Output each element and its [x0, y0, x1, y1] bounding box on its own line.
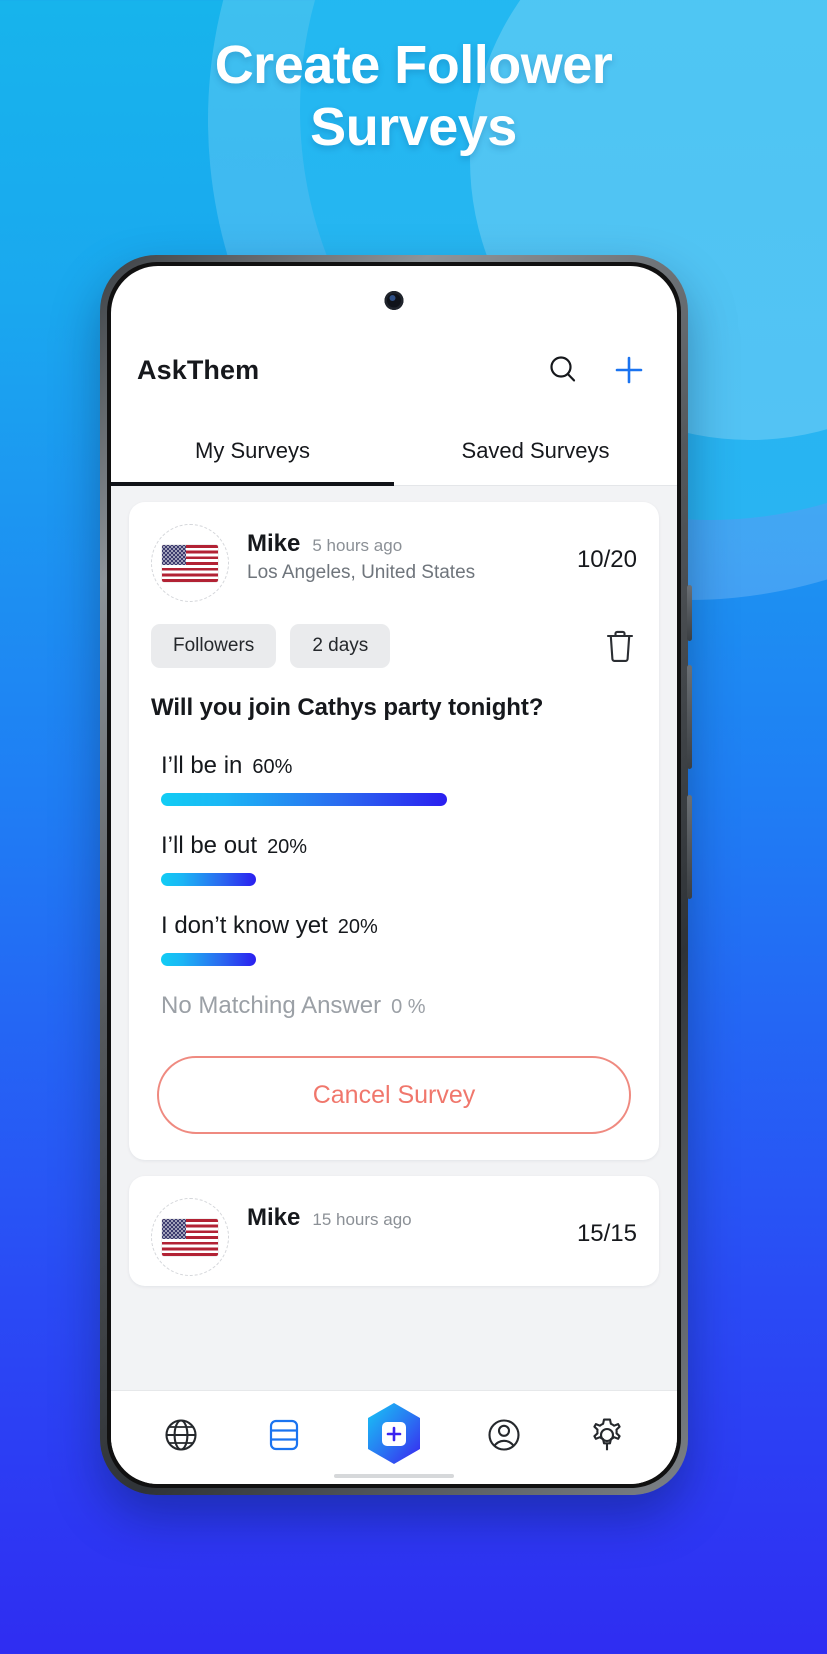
front-camera-icon	[384, 291, 404, 310]
phone-mockup: AskThem My Surveys Saved Surveys Mike 5 …	[100, 255, 692, 1495]
nav-explore-button[interactable]	[149, 1403, 213, 1467]
nav-settings-button[interactable]	[575, 1403, 639, 1467]
survey-option-percent: 20%	[337, 916, 378, 938]
nav-create-survey-button[interactable]	[356, 1397, 432, 1473]
survey-option-bar-track	[161, 793, 637, 806]
page-title: AskThem	[137, 354, 260, 385]
survey-card-header: Mike 5 hours ago Los Angeles, United Sta…	[151, 524, 637, 602]
survey-response-count: 10/20	[576, 546, 637, 573]
survey-option-bar-fill	[161, 953, 257, 966]
survey-option-bar-track	[161, 873, 637, 886]
survey-option-no-match: No Matching Answer 0 %	[151, 992, 637, 1020]
survey-option-percent: 60%	[252, 756, 293, 778]
survey-author-name: Mike	[247, 530, 301, 557]
promo-headline: Create Follower Surveys	[0, 34, 827, 158]
survey-option-label-row: I’ll be in 60%	[151, 752, 637, 780]
cancel-survey-button[interactable]: Cancel Survey	[157, 1056, 631, 1134]
survey-option-bar-fill	[161, 873, 257, 886]
home-indicator	[334, 1474, 454, 1478]
phone-side-button-top	[687, 585, 692, 641]
nav-profile-button[interactable]	[472, 1403, 536, 1467]
settings-gear-icon	[593, 1418, 621, 1450]
bottom-navigation	[111, 1390, 677, 1484]
plus-icon	[615, 356, 643, 384]
survey-feed[interactable]: Mike 5 hours ago Los Angeles, United Sta…	[111, 486, 677, 1390]
survey-option-text: I don’t know yet	[161, 912, 328, 939]
search-button[interactable]	[543, 350, 583, 390]
survey-options: I’ll be in 60% I’ll be out 20% I don’t k…	[151, 752, 637, 1020]
phone-screen: AskThem My Surveys Saved Surveys Mike 5 …	[111, 266, 677, 1484]
nav-surveys-button[interactable]	[252, 1403, 316, 1467]
survey-option-text: No Matching Answer	[161, 992, 382, 1019]
tab-bar: My Surveys Saved Surveys	[111, 416, 677, 486]
survey-option-text: I’ll be out	[161, 832, 258, 859]
app-bar: AskThem	[111, 324, 677, 416]
survey-author-row: Mike 5 hours ago	[247, 530, 567, 558]
phone-side-button-mid	[687, 665, 692, 769]
phone-bezel: AskThem My Surveys Saved Surveys Mike 5 …	[107, 262, 681, 1488]
flag-canton	[162, 544, 186, 565]
survey-option-text: I’ll be in	[161, 752, 243, 779]
app-bar-actions	[543, 350, 649, 390]
survey-option-label-row: I’ll be out 20%	[151, 832, 637, 860]
survey-option-percent: 20%	[267, 836, 308, 858]
survey-author-row: Mike 15 hours ago	[247, 1204, 567, 1232]
survey-author-block: Mike 15 hours ago	[247, 1198, 567, 1232]
globe-icon	[165, 1418, 197, 1451]
avatar	[151, 524, 229, 602]
profile-icon	[488, 1418, 520, 1451]
us-flag-icon	[162, 544, 218, 582]
survey-option-label-row: No Matching Answer 0 %	[151, 992, 637, 1020]
survey-option-percent: 0 %	[391, 996, 426, 1018]
survey-option-label-row: I don’t know yet 20%	[151, 912, 637, 940]
survey-option-bar-fill	[161, 793, 447, 806]
phone-side-button-bottom	[687, 795, 692, 899]
status-bar	[111, 266, 677, 324]
promo-headline-line2: Surveys	[310, 97, 517, 158]
add-survey-icon	[367, 1402, 420, 1464]
survey-option[interactable]: I’ll be in 60%	[151, 752, 637, 806]
survey-timestamp: 15 hours ago	[312, 1210, 412, 1229]
trash-icon	[606, 630, 634, 662]
avatar	[151, 1198, 229, 1276]
tab-my-surveys[interactable]: My Surveys	[111, 416, 394, 486]
survey-tag-audience[interactable]: Followers	[151, 624, 277, 668]
survey-option[interactable]: I’ll be out 20%	[151, 832, 637, 886]
add-survey-button[interactable]	[609, 350, 649, 390]
survey-tag-row: Followers 2 days	[151, 624, 637, 668]
survey-option[interactable]: I don’t know yet 20%	[151, 912, 637, 966]
survey-tag-duration[interactable]: 2 days	[290, 624, 391, 668]
survey-card-header: Mike 15 hours ago 15/15	[151, 1198, 637, 1276]
delete-survey-button[interactable]	[603, 628, 637, 664]
us-flag-icon	[162, 1218, 218, 1256]
survey-response-count: 15/15	[576, 1220, 637, 1247]
survey-location: Los Angeles, United States	[247, 562, 476, 583]
search-icon	[550, 356, 576, 382]
tab-saved-surveys-label: Saved Surveys	[461, 437, 610, 463]
survey-question: Will you join Cathys party tonight?	[151, 694, 544, 721]
cancel-survey-wrap: Cancel Survey	[151, 1056, 637, 1134]
promo-headline-line1: Create Follower	[214, 35, 613, 95]
survey-option-bar-track	[161, 953, 637, 966]
survey-author-name: Mike	[247, 1204, 301, 1231]
tab-my-surveys-label: My Surveys	[195, 437, 310, 463]
survey-card[interactable]: Mike 5 hours ago Los Angeles, United Sta…	[129, 502, 659, 1160]
flag-canton	[162, 1218, 186, 1239]
survey-timestamp: 5 hours ago	[312, 536, 403, 555]
database-icon	[270, 1419, 299, 1450]
survey-author-block: Mike 5 hours ago Los Angeles, United Sta…	[247, 524, 567, 584]
survey-card[interactable]: Mike 15 hours ago 15/15	[129, 1176, 659, 1286]
tab-saved-surveys[interactable]: Saved Surveys	[394, 416, 677, 485]
